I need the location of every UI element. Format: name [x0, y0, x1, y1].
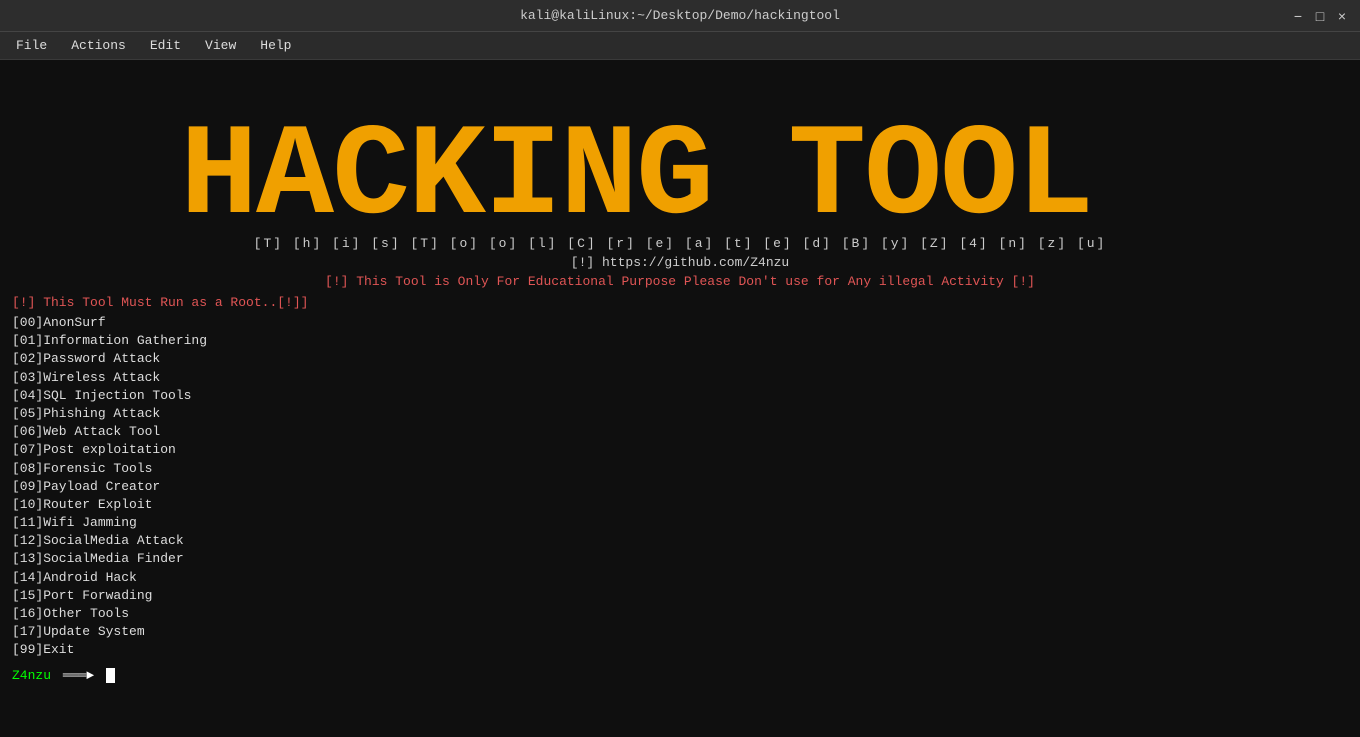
menu-entry: [14]Android Hack — [12, 569, 1348, 587]
menu-entry: [99]Exit — [12, 641, 1348, 659]
must-run-text: [!] This Tool Must Run as a Root..[!]] — [12, 295, 1348, 310]
warning-text: [!] This Tool is Only For Educational Pu… — [12, 274, 1348, 289]
subtitle-chars: [T] [h] [i] [s] [T] [o] [o] [l] [C] [r] … — [12, 236, 1348, 251]
menu-edit[interactable]: Edit — [140, 35, 191, 56]
github-link: [!] https://github.com/Z4nzu — [12, 255, 1348, 270]
menu-entry: [00]AnonSurf — [12, 314, 1348, 332]
prompt-arrow: ═══► — [55, 668, 102, 683]
menu-bar: File Actions Edit View Help — [0, 32, 1360, 60]
menu-entry: [03]Wireless Attack — [12, 369, 1348, 387]
title-bar: kali@kaliLinux:~/Desktop/Demo/hackingtoo… — [0, 0, 1360, 32]
menu-file[interactable]: File — [6, 35, 57, 56]
svg-text:HACKING TOOL: HACKING TOOL — [180, 105, 1092, 232]
window-controls[interactable]: − □ × — [1290, 8, 1350, 24]
menu-entry: [12]SocialMedia Attack — [12, 532, 1348, 550]
menu-actions[interactable]: Actions — [61, 35, 136, 56]
menu-entry: [16]Other Tools — [12, 605, 1348, 623]
menu-entry: [01]Information Gathering — [12, 332, 1348, 350]
menu-entry: [04]SQL Injection Tools — [12, 387, 1348, 405]
cursor-block — [106, 668, 115, 683]
menu-entry: [17]Update System — [12, 623, 1348, 641]
menu-entry: [02]Password Attack — [12, 350, 1348, 368]
menu-entry: [13]SocialMedia Finder — [12, 550, 1348, 568]
menu-items-container: [00]AnonSurf[01]Information Gathering[02… — [12, 314, 1348, 660]
logo-container: HACKING TOOL — [12, 72, 1348, 232]
prompt-line: Z4nzu ═══► — [12, 668, 1348, 683]
minimize-button[interactable]: − — [1290, 8, 1306, 24]
prompt-user: Z4nzu — [12, 668, 51, 683]
menu-help[interactable]: Help — [250, 35, 301, 56]
menu-entry: [11]Wifi Jamming — [12, 514, 1348, 532]
menu-entry: [10]Router Exploit — [12, 496, 1348, 514]
menu-entry: [15]Port Forwading — [12, 587, 1348, 605]
menu-entry: [07]Post exploitation — [12, 441, 1348, 459]
close-button[interactable]: × — [1334, 8, 1350, 24]
menu-entry: [06]Web Attack Tool — [12, 423, 1348, 441]
menu-list: [!] This Tool Must Run as a Root..[!]] [… — [12, 295, 1348, 660]
maximize-button[interactable]: □ — [1312, 8, 1328, 24]
logo-svg: HACKING TOOL — [170, 72, 1190, 232]
terminal[interactable]: HACKING TOOL [T] [h] [i] [s] [T] [o] [o]… — [0, 60, 1360, 737]
menu-entry: [09]Payload Creator — [12, 478, 1348, 496]
menu-view[interactable]: View — [195, 35, 246, 56]
menu-entry: [05]Phishing Attack — [12, 405, 1348, 423]
menu-entry: [08]Forensic Tools — [12, 460, 1348, 478]
window-title: kali@kaliLinux:~/Desktop/Demo/hackingtoo… — [70, 8, 1290, 23]
